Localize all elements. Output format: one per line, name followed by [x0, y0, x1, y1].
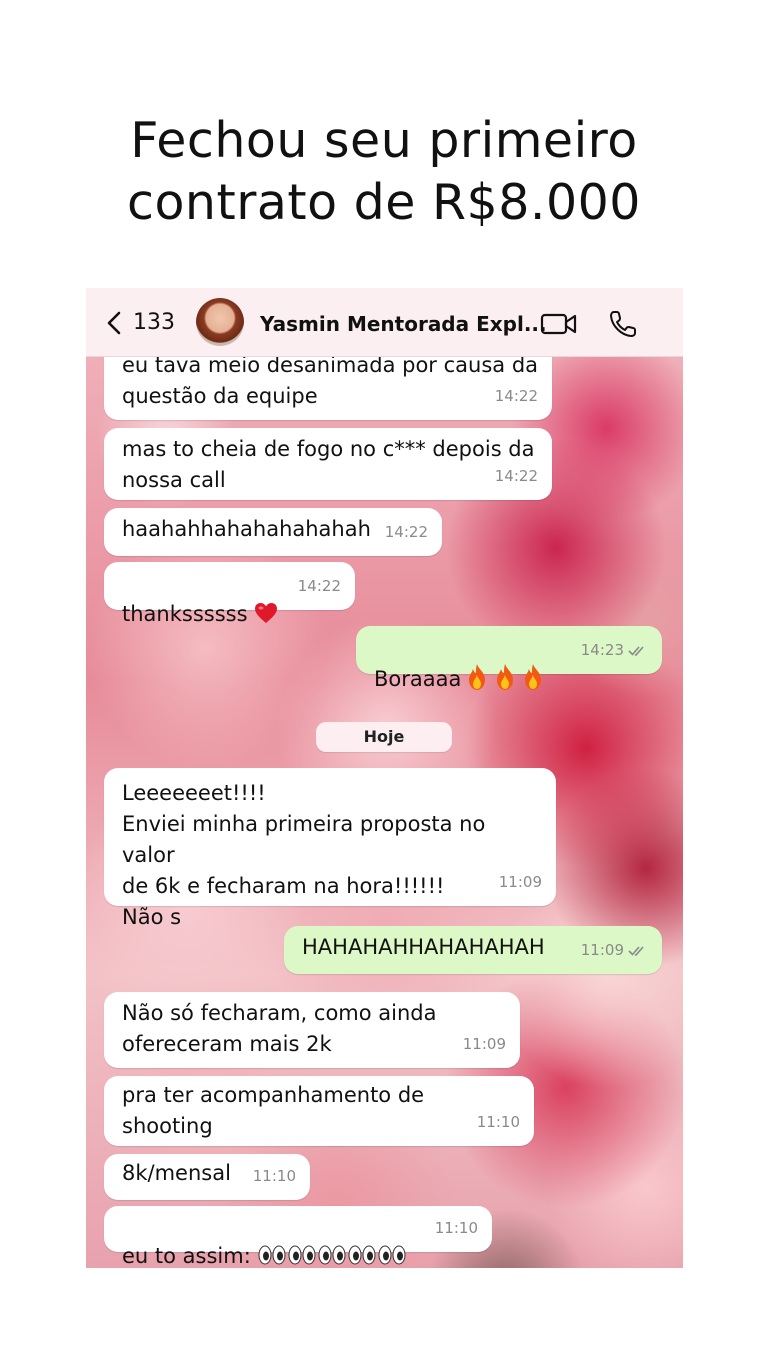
message-time: 11:10: [476, 1113, 520, 1131]
message-text: haahahhahahahahahah: [122, 517, 371, 541]
eyes-emoji-icon: [258, 1245, 406, 1265]
fire-emoji-icon: [525, 664, 542, 690]
chat-screenshot: eu tava meio desanimada por causa da que…: [86, 288, 683, 1268]
message-time: 11:10: [434, 1219, 478, 1237]
message-time: 11:09: [462, 1035, 506, 1053]
message-text: eu tava meio desanimada por causa da que…: [122, 353, 539, 408]
message-bubble[interactable]: thankssssss 14:22: [104, 562, 355, 626]
chevron-left-icon[interactable]: [104, 310, 126, 336]
headline-line-2: contrato de R$8.000: [127, 174, 641, 231]
double-check-icon: [628, 945, 644, 956]
message-time-text: 11:09: [580, 941, 624, 959]
message-text: mas to cheia de fogo no c*** depois da n…: [122, 437, 535, 492]
message-time: 11:09: [498, 873, 542, 891]
avatar[interactable]: [196, 298, 244, 346]
headline-line-1: Fechou seu primeiro: [130, 112, 638, 169]
message-bubble[interactable]: Leeeeeeet!!!! Enviei minha primeira prop…: [104, 768, 556, 929]
contact-name[interactable]: Yasmin Mentorada Expl...: [260, 312, 547, 336]
message-bubble[interactable]: pra ter acompanhamento de shooting 11:10: [104, 1076, 534, 1146]
fire-emoji-icon: [497, 664, 514, 690]
page-headline: Fechou seu primeiro contrato de R$8.000: [0, 110, 768, 234]
message-time-text: 14:23: [580, 641, 624, 659]
message-bubble[interactable]: haahahhahahahahahah 14:22: [104, 508, 442, 556]
message-time: 11:10: [252, 1167, 296, 1185]
message-time: 14:22: [384, 523, 428, 541]
chat-header: 133 Yasmin Mentorada Expl...: [86, 288, 683, 357]
message-text: Não só fecharam, como ainda ofereceram m…: [122, 1001, 437, 1056]
message-text-content: Boraaaa: [374, 667, 462, 691]
red-heart-emoji-icon: [254, 603, 277, 623]
message-time: 14:22: [494, 467, 538, 485]
message-text: pra ter acompanhamento de shooting: [122, 1083, 425, 1138]
message-bubble-outgoing[interactable]: Boraaaa 14:23: [356, 626, 662, 691]
message-text: eu to assim:: [122, 1210, 478, 1268]
message-bubble-outgoing[interactable]: HAHAHAHHAHAHAHAH 11:09: [284, 926, 662, 974]
message-time: 14:23: [581, 635, 648, 666]
message-text-content: eu to assim:: [122, 1244, 251, 1268]
date-separator: Hoje: [316, 722, 452, 752]
phone-call-icon[interactable]: [608, 309, 638, 339]
fire-emoji-icon: [469, 664, 486, 690]
message-bubble[interactable]: mas to cheia de fogo no c*** depois da n…: [104, 428, 552, 500]
double-check-icon: [628, 645, 644, 656]
message-bubble[interactable]: eu to assim: 11:10: [104, 1206, 492, 1268]
message-time: 14:22: [297, 577, 341, 595]
message-time: 14:22: [494, 387, 538, 405]
message-bubble[interactable]: 8k/mensal 11:10: [104, 1154, 310, 1200]
video-call-icon[interactable]: [540, 312, 578, 336]
unread-count[interactable]: 133: [133, 310, 175, 335]
message-bubble[interactable]: Não só fecharam, como ainda ofereceram m…: [104, 992, 520, 1068]
message-text: Leeeeeeet!!!! Enviei minha primeira prop…: [122, 781, 486, 929]
message-text-content: thankssssss: [122, 602, 248, 626]
message-time: 11:09: [581, 935, 648, 966]
